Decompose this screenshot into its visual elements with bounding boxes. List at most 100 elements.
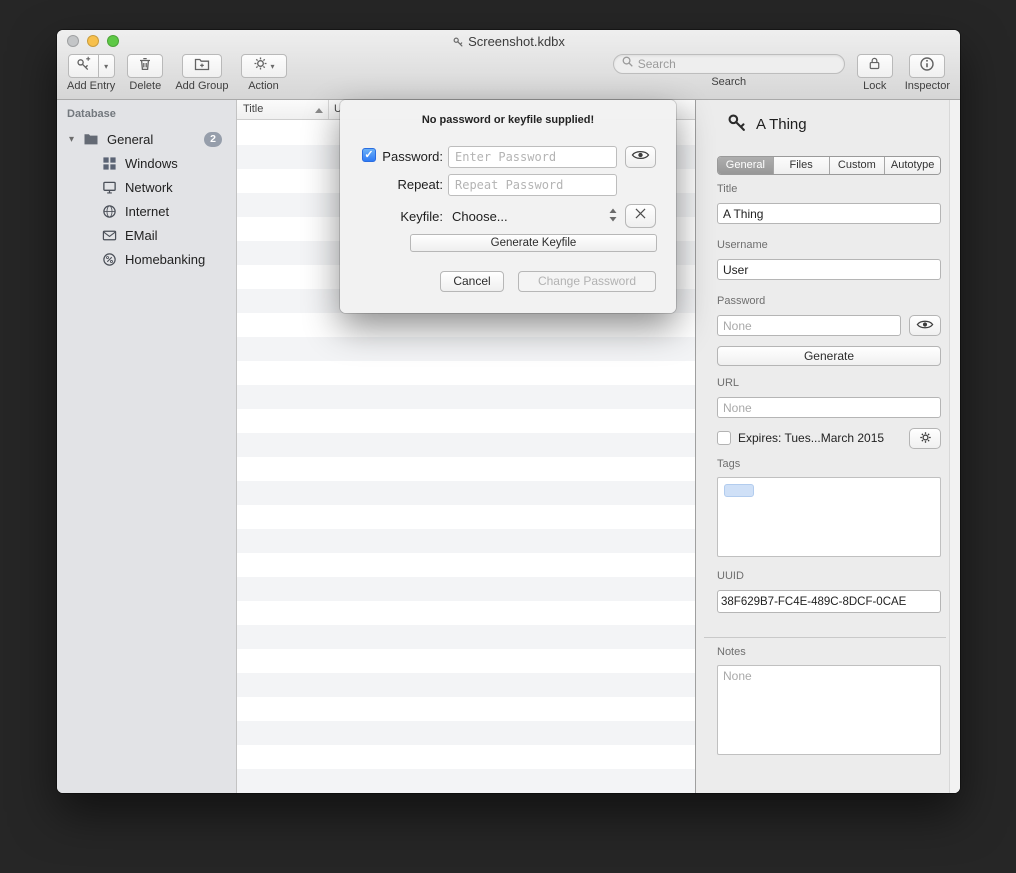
notes-label: Notes [717,646,746,658]
eye-icon [916,319,934,333]
password-field-label: Password [717,295,765,307]
folder-plus-icon [194,56,210,77]
search-input[interactable] [638,57,837,71]
toolbar-item-add-group: Add Group [175,54,228,92]
envelope-icon [101,227,117,243]
action-button[interactable]: ▾ [241,54,287,78]
toolbar-item-lock: Lock [857,54,893,92]
sidebar-item-windows[interactable]: Windows [57,151,236,175]
sidebar-item-label: EMail [125,228,158,243]
windows-grid-icon [101,155,117,171]
toolbar: ▾ Add Entry Delete [57,54,960,100]
toolbar-label: Add Entry [67,80,115,92]
folder-icon [83,131,99,147]
toolbar-label: Search [711,76,746,88]
toolbar-label: Lock [863,80,886,92]
inspector-tabs: General Files Custom Autotype [717,156,941,175]
sidebar-item-label: Network [125,180,173,195]
generate-keyfile-button[interactable]: Generate Keyfile [410,234,657,252]
toolbar-item-delete: Delete [127,54,163,92]
tag-chip[interactable] [724,484,754,497]
uuid-label: UUID [717,570,744,582]
clear-keyfile-button[interactable] [625,204,656,228]
search-field[interactable] [613,54,845,74]
change-password-dialog: No password or keyfile supplied! ✓ Passw… [340,100,676,313]
sidebar-item-email[interactable]: EMail [57,223,236,247]
change-password-button[interactable]: Change Password [518,271,656,292]
uuid-field[interactable] [717,590,941,613]
generate-password-button[interactable]: Generate [717,346,941,366]
show-password-button[interactable] [625,146,656,168]
entry-title: A Thing [756,116,807,133]
dialog-repeat-input[interactable] [448,174,617,196]
toolbar-item-action: ▾ Action [241,54,287,92]
toolbar-label: Add Group [175,80,228,92]
inspector-scrollbar[interactable] [949,100,960,793]
username-field-label: Username [717,239,768,251]
percent-coin-icon [101,251,117,267]
show-password-button[interactable] [909,315,941,336]
chevron-down-icon: ▾ [104,62,108,71]
stepper-icon[interactable] [608,207,618,228]
document-key-icon [452,36,464,51]
sidebar-item-internet[interactable]: Internet [57,199,236,223]
tags-box[interactable] [717,477,941,557]
lock-button[interactable] [857,54,893,78]
inspector-panel: A Thing General Files Custom Autotype Ti… [695,100,960,793]
gear-icon [253,56,268,76]
password-field[interactable] [717,315,901,336]
toolbar-item-inspector: Inspector [905,54,950,92]
tab-general[interactable]: General [718,157,774,174]
expires-label: Expires: Tues...March 2015 [738,431,884,445]
gear-icon [919,431,932,447]
globe-icon [101,203,117,219]
title-field-label: Title [717,183,737,195]
toolbar-item-search: Search [613,54,845,88]
sidebar-item-label: Windows [125,156,178,171]
disclosure-triangle-icon[interactable]: ▾ [69,134,83,145]
toolbar-label: Delete [129,80,161,92]
lock-icon [867,56,882,76]
sidebar-item-general[interactable]: ▾ General 2 [57,127,236,151]
macpass-window: Screenshot.kdbx ▾ [57,30,960,793]
toolbar-label: Action [248,80,279,92]
inspector-button[interactable] [909,54,945,78]
cancel-button[interactable]: Cancel [440,271,504,292]
sidebar-item-homebanking[interactable]: Homebanking [57,247,236,271]
delete-button[interactable] [127,54,163,78]
expires-settings-button[interactable] [909,428,941,449]
tab-custom[interactable]: Custom [830,157,886,174]
sidebar-item-label: Internet [125,204,169,219]
repeat-label: Repeat: [340,177,443,192]
search-icon [621,55,634,73]
toolbar-label: Inspector [905,80,950,92]
expires-checkbox[interactable] [717,431,731,445]
username-field[interactable] [717,259,941,280]
add-entry-button[interactable] [68,54,99,78]
titlebar[interactable]: Screenshot.kdbx [57,30,960,52]
chevron-down-icon: ▾ [271,62,275,71]
column-header-title[interactable]: Title [237,100,329,119]
notes-field[interactable] [717,665,941,755]
url-field-label: URL [717,377,739,389]
url-field[interactable] [717,397,941,418]
sidebar: Database ▾ General 2 Windows [57,100,237,793]
dialog-password-input[interactable] [448,146,617,168]
key-icon [726,112,747,136]
add-entry-dropdown-button[interactable]: ▾ [99,54,115,78]
sidebar-item-label: Homebanking [125,252,205,267]
add-group-button[interactable] [182,54,222,78]
window-chrome: Screenshot.kdbx ▾ [57,30,960,100]
key-plus-icon [75,56,91,77]
title-field[interactable] [717,203,941,224]
keyfile-popup-button[interactable]: Choose... [452,209,508,224]
tab-autotype[interactable]: Autotype [885,157,940,174]
trash-icon [137,56,153,77]
keyfile-label: Keyfile: [340,209,443,224]
tags-label: Tags [717,458,740,470]
eye-icon [631,148,650,166]
divider [704,637,946,638]
tab-files[interactable]: Files [774,157,830,174]
close-x-icon [634,207,647,225]
sidebar-item-network[interactable]: Network [57,175,236,199]
